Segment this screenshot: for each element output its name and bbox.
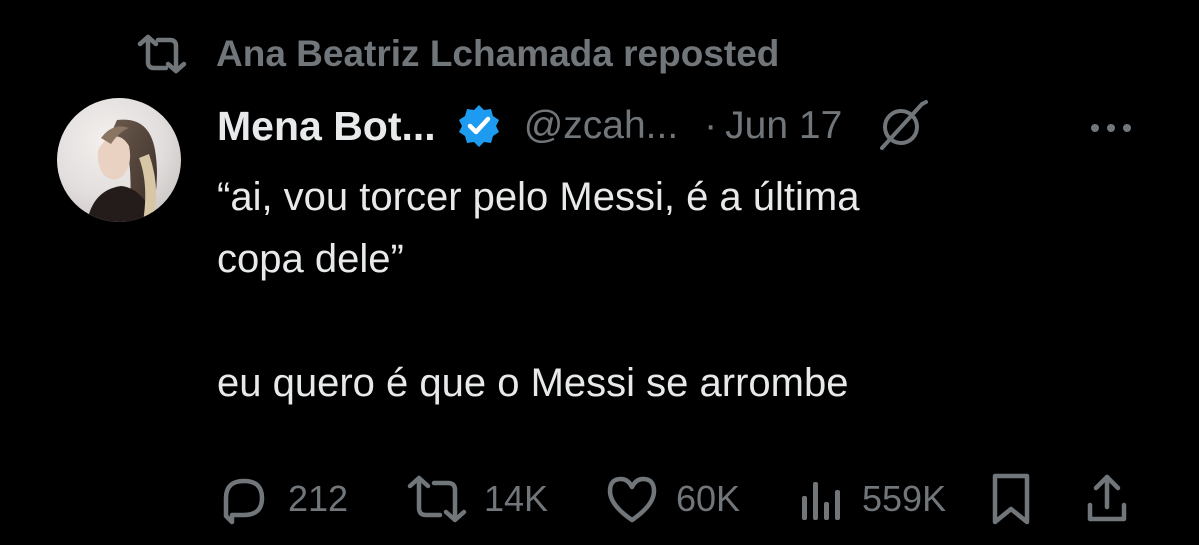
reply-icon [223, 478, 265, 525]
avatar-image [57, 98, 181, 222]
author-name[interactable]: Mena Bot... [217, 103, 436, 150]
reply-button[interactable]: 212 [216, 470, 348, 528]
views-button[interactable]: 559K [796, 470, 946, 528]
tweet-text-line: “ai, vou torcer pelo Messi, é a última [217, 175, 860, 219]
tweet-body: “ai, vou torcer pelo Messi, é a última c… [217, 166, 1137, 414]
like-count: 60K [676, 478, 741, 519]
bookmark-icon [992, 473, 1030, 525]
views-count: 559K [862, 478, 947, 519]
avatar[interactable] [57, 98, 181, 222]
repost-text: Ana Beatriz Lchamada reposted [216, 33, 780, 74]
heart-icon [607, 476, 657, 523]
share-icon [1087, 474, 1127, 522]
tweet-header: Mena Bot... @zcah... · Jun 17 [217, 96, 1177, 156]
like-button[interactable]: 60K [604, 470, 740, 528]
repost-context[interactable]: Ana Beatriz Lchamada reposted [136, 30, 779, 78]
tweet-text-line: eu quero é que o Messi se arrombe [217, 361, 849, 405]
bookmark-button[interactable] [986, 470, 1036, 528]
verified-badge-icon[interactable] [456, 103, 502, 149]
grok-icon[interactable] [872, 96, 932, 156]
repost-icon [137, 34, 187, 74]
repost-icon [407, 475, 467, 523]
reply-count: 212 [288, 478, 349, 519]
paragraph-break [217, 290, 1137, 352]
tweet-date[interactable]: Jun 17 [725, 104, 842, 148]
repost-button[interactable]: 14K [406, 470, 548, 528]
action-bar: 212 14K 60K 559K [216, 470, 1146, 528]
separator-dot: · [704, 104, 718, 147]
repost-count: 14K [484, 478, 549, 519]
author-handle[interactable]: @zcah... [524, 104, 678, 148]
more-options-icon[interactable] [1085, 108, 1137, 148]
views-chart-icon [802, 482, 840, 520]
tweet-text-line: copa dele” [217, 237, 404, 281]
share-button[interactable] [1082, 470, 1132, 528]
